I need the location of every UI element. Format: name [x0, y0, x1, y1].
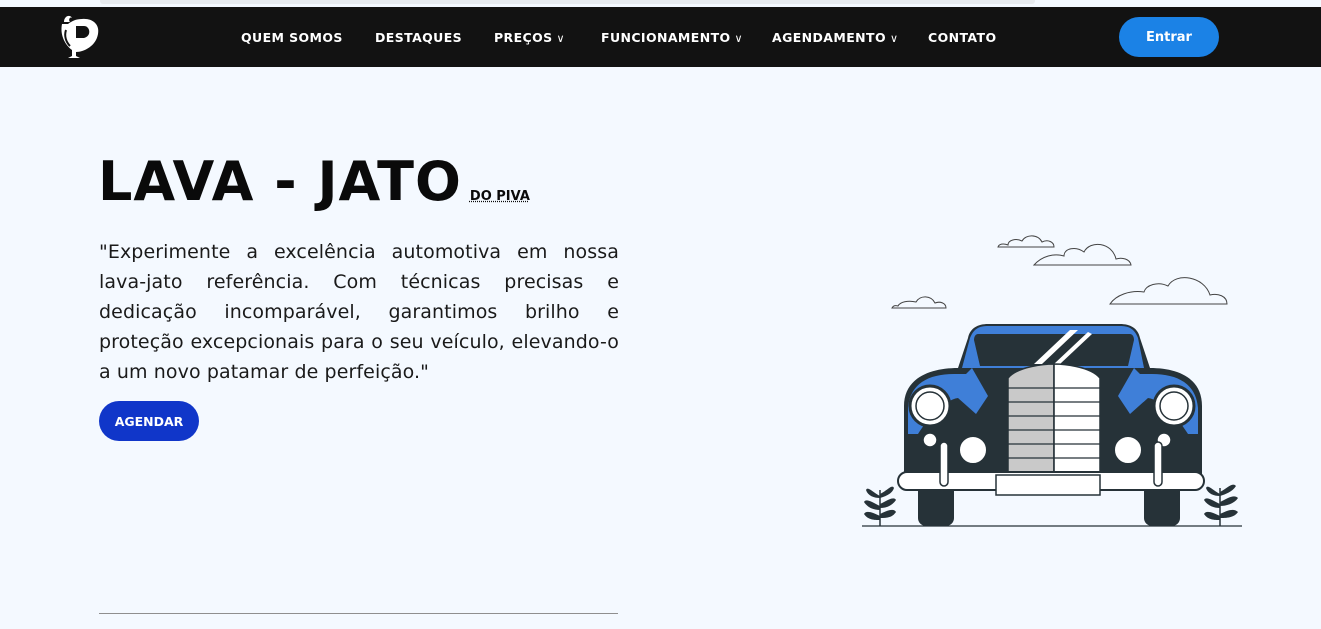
car-illustration	[862, 235, 1242, 527]
car-icon	[897, 324, 1205, 526]
nav-item-label: AGENDAMENTO	[772, 30, 886, 45]
nav-item-precos[interactable]: PREÇOS ∨	[494, 30, 565, 45]
schedule-button[interactable]: AGENDAR	[99, 401, 199, 441]
top-bar	[100, 0, 1035, 4]
login-button[interactable]: Entrar	[1119, 17, 1219, 57]
hero-title-suffix: DO PIVA	[469, 189, 530, 204]
navbar: QUEM SOMOS DESTAQUES PREÇOS ∨ FUNCIONAMEN…	[0, 7, 1321, 67]
hero-description: "Experimente a excelência automotiva em …	[99, 241, 619, 383]
section-divider	[99, 613, 618, 614]
chevron-down-icon: ∨	[556, 32, 565, 45]
page-title: LAVA - JATO DO PIVA	[98, 150, 530, 213]
nav-item-label: FUNCIONAMENTO	[601, 30, 731, 45]
nav-item-agendamento[interactable]: AGENDAMENTO ∨	[772, 30, 898, 45]
nav-item-label: DESTAQUES	[375, 30, 463, 45]
browser-top-strip	[0, 0, 1321, 7]
chevron-down-icon: ∨	[734, 32, 743, 45]
nav-item-label: CONTATO	[928, 30, 997, 45]
nav-item-label: QUEM SOMOS	[241, 30, 343, 45]
nav-item-quem-somos[interactable]: QUEM SOMOS	[241, 30, 343, 45]
cloud-icon	[891, 235, 1228, 309]
nav-item-contato[interactable]: CONTATO	[928, 30, 996, 45]
nav-item-funcionamento[interactable]: FUNCIONAMENTO ∨	[601, 30, 743, 45]
nav-item-destaques[interactable]: DESTAQUES	[375, 30, 462, 45]
chevron-down-icon: ∨	[889, 32, 899, 45]
nav-item-label: PREÇOS	[494, 30, 553, 45]
hero-title-main: LAVA - JATO	[98, 150, 462, 213]
